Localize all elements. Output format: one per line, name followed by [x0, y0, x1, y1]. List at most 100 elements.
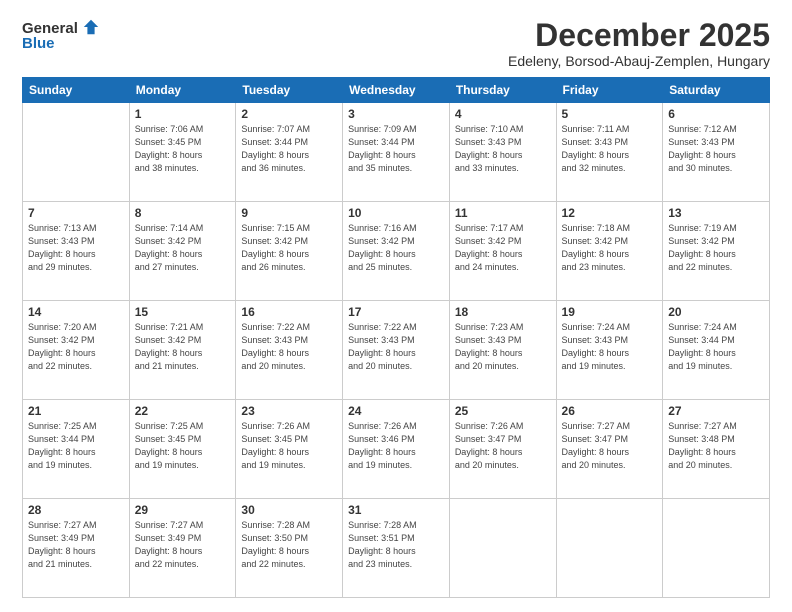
day-number: 16 — [241, 305, 337, 319]
day-number: 11 — [455, 206, 551, 220]
logo-general-text: General — [22, 21, 78, 36]
calendar-cell: 29 Sunrise: 7:27 AMSunset: 3:49 PMDayligh… — [129, 499, 236, 598]
day-number: 31 — [348, 503, 444, 517]
day-number: 6 — [668, 107, 764, 121]
calendar-cell — [23, 103, 130, 202]
day-number: 8 — [135, 206, 231, 220]
day-info: Sunrise: 7:10 AMSunset: 3:43 PMDaylight:… — [455, 123, 551, 175]
calendar-cell — [449, 499, 556, 598]
day-number: 18 — [455, 305, 551, 319]
calendar-cell — [556, 499, 663, 598]
day-number: 4 — [455, 107, 551, 121]
day-number: 13 — [668, 206, 764, 220]
day-info: Sunrise: 7:09 AMSunset: 3:44 PMDaylight:… — [348, 123, 444, 175]
day-info: Sunrise: 7:18 AMSunset: 3:42 PMDaylight:… — [562, 222, 658, 274]
day-info: Sunrise: 7:13 AMSunset: 3:43 PMDaylight:… — [28, 222, 124, 274]
weekday-header-sunday: Sunday — [23, 78, 130, 103]
day-number: 15 — [135, 305, 231, 319]
calendar-cell: 12 Sunrise: 7:18 AMSunset: 3:42 PMDayligh… — [556, 202, 663, 301]
weekday-header-friday: Friday — [556, 78, 663, 103]
calendar-table: SundayMondayTuesdayWednesdayThursdayFrid… — [22, 77, 770, 598]
day-info: Sunrise: 7:24 AMSunset: 3:43 PMDaylight:… — [562, 321, 658, 373]
day-number: 19 — [562, 305, 658, 319]
day-info: Sunrise: 7:20 AMSunset: 3:42 PMDaylight:… — [28, 321, 124, 373]
header: General Blue December 2025 Edeleny, Bors… — [22, 18, 770, 69]
day-info: Sunrise: 7:24 AMSunset: 3:44 PMDaylight:… — [668, 321, 764, 373]
day-number: 2 — [241, 107, 337, 121]
calendar-cell: 6 Sunrise: 7:12 AMSunset: 3:43 PMDaylight… — [663, 103, 770, 202]
day-info: Sunrise: 7:17 AMSunset: 3:42 PMDaylight:… — [455, 222, 551, 274]
logo-icon — [82, 18, 100, 36]
day-number: 23 — [241, 404, 337, 418]
day-info: Sunrise: 7:27 AMSunset: 3:47 PMDaylight:… — [562, 420, 658, 472]
calendar-cell: 1 Sunrise: 7:06 AMSunset: 3:45 PMDaylight… — [129, 103, 236, 202]
day-number: 24 — [348, 404, 444, 418]
calendar-cell: 3 Sunrise: 7:09 AMSunset: 3:44 PMDaylight… — [343, 103, 450, 202]
day-info: Sunrise: 7:27 AMSunset: 3:48 PMDaylight:… — [668, 420, 764, 472]
week-row-2: 7 Sunrise: 7:13 AMSunset: 3:43 PMDaylight… — [23, 202, 770, 301]
day-number: 10 — [348, 206, 444, 220]
day-number: 5 — [562, 107, 658, 121]
calendar-cell: 26 Sunrise: 7:27 AMSunset: 3:47 PMDayligh… — [556, 400, 663, 499]
calendar-cell: 4 Sunrise: 7:10 AMSunset: 3:43 PMDaylight… — [449, 103, 556, 202]
weekday-header-monday: Monday — [129, 78, 236, 103]
weekday-header-thursday: Thursday — [449, 78, 556, 103]
day-info: Sunrise: 7:25 AMSunset: 3:45 PMDaylight:… — [135, 420, 231, 472]
day-info: Sunrise: 7:26 AMSunset: 3:46 PMDaylight:… — [348, 420, 444, 472]
day-info: Sunrise: 7:19 AMSunset: 3:42 PMDaylight:… — [668, 222, 764, 274]
week-row-3: 14 Sunrise: 7:20 AMSunset: 3:42 PMDayligh… — [23, 301, 770, 400]
week-row-5: 28 Sunrise: 7:27 AMSunset: 3:49 PMDayligh… — [23, 499, 770, 598]
day-number: 30 — [241, 503, 337, 517]
logo: General Blue — [22, 18, 100, 51]
day-number: 28 — [28, 503, 124, 517]
day-info: Sunrise: 7:27 AMSunset: 3:49 PMDaylight:… — [28, 519, 124, 571]
day-number: 3 — [348, 107, 444, 121]
month-title: December 2025 — [508, 18, 770, 53]
calendar-cell: 21Sunrise: 7:25 AMSunset: 3:44 PMDayligh… — [23, 400, 130, 499]
calendar-cell: 13 Sunrise: 7:19 AMSunset: 3:42 PMDayligh… — [663, 202, 770, 301]
day-number: 27 — [668, 404, 764, 418]
day-info: Sunrise: 7:22 AMSunset: 3:43 PMDaylight:… — [348, 321, 444, 373]
weekday-header-row: SundayMondayTuesdayWednesdayThursdayFrid… — [23, 78, 770, 103]
day-number: 17 — [348, 305, 444, 319]
calendar-cell: 7 Sunrise: 7:13 AMSunset: 3:43 PMDaylight… — [23, 202, 130, 301]
day-number: 21 — [28, 404, 124, 418]
day-info: Sunrise: 7:27 AMSunset: 3:49 PMDaylight:… — [135, 519, 231, 571]
calendar-cell: 23 Sunrise: 7:26 AMSunset: 3:45 PMDayligh… — [236, 400, 343, 499]
day-number: 14 — [28, 305, 124, 319]
day-info: Sunrise: 7:16 AMSunset: 3:42 PMDaylight:… — [348, 222, 444, 274]
day-number: 7 — [28, 206, 124, 220]
calendar-cell: 2 Sunrise: 7:07 AMSunset: 3:44 PMDaylight… — [236, 103, 343, 202]
day-info: Sunrise: 7:12 AMSunset: 3:43 PMDaylight:… — [668, 123, 764, 175]
calendar-cell: 8Sunrise: 7:14 AMSunset: 3:42 PMDaylight… — [129, 202, 236, 301]
day-number: 20 — [668, 305, 764, 319]
day-number: 12 — [562, 206, 658, 220]
week-row-4: 21Sunrise: 7:25 AMSunset: 3:44 PMDayligh… — [23, 400, 770, 499]
calendar-cell: 16Sunrise: 7:22 AMSunset: 3:43 PMDayligh… — [236, 301, 343, 400]
day-number: 1 — [135, 107, 231, 121]
calendar-cell: 15Sunrise: 7:21 AMSunset: 3:42 PMDayligh… — [129, 301, 236, 400]
day-info: Sunrise: 7:26 AMSunset: 3:45 PMDaylight:… — [241, 420, 337, 472]
day-number: 22 — [135, 404, 231, 418]
day-number: 9 — [241, 206, 337, 220]
calendar-cell: 30Sunrise: 7:28 AMSunset: 3:50 PMDayligh… — [236, 499, 343, 598]
calendar-cell: 22 Sunrise: 7:25 AMSunset: 3:45 PMDayligh… — [129, 400, 236, 499]
day-number: 26 — [562, 404, 658, 418]
weekday-header-wednesday: Wednesday — [343, 78, 450, 103]
location-title: Edeleny, Borsod-Abauj-Zemplen, Hungary — [508, 53, 770, 69]
calendar-cell: 9 Sunrise: 7:15 AMSunset: 3:42 PMDaylight… — [236, 202, 343, 301]
calendar-cell: 19 Sunrise: 7:24 AMSunset: 3:43 PMDayligh… — [556, 301, 663, 400]
day-info: Sunrise: 7:06 AMSunset: 3:45 PMDaylight:… — [135, 123, 231, 175]
day-info: Sunrise: 7:07 AMSunset: 3:44 PMDaylight:… — [241, 123, 337, 175]
weekday-header-saturday: Saturday — [663, 78, 770, 103]
day-number: 29 — [135, 503, 231, 517]
calendar-cell: 20 Sunrise: 7:24 AMSunset: 3:44 PMDayligh… — [663, 301, 770, 400]
calendar-cell: 14 Sunrise: 7:20 AMSunset: 3:42 PMDayligh… — [23, 301, 130, 400]
calendar-cell: 31Sunrise: 7:28 AMSunset: 3:51 PMDayligh… — [343, 499, 450, 598]
calendar-cell: 24 Sunrise: 7:26 AMSunset: 3:46 PMDayligh… — [343, 400, 450, 499]
day-info: Sunrise: 7:15 AMSunset: 3:42 PMDaylight:… — [241, 222, 337, 274]
calendar-cell: 17 Sunrise: 7:22 AMSunset: 3:43 PMDayligh… — [343, 301, 450, 400]
logo-blue-text: Blue — [22, 36, 55, 51]
day-info: Sunrise: 7:23 AMSunset: 3:43 PMDaylight:… — [455, 321, 551, 373]
calendar-cell: 18 Sunrise: 7:23 AMSunset: 3:43 PMDayligh… — [449, 301, 556, 400]
